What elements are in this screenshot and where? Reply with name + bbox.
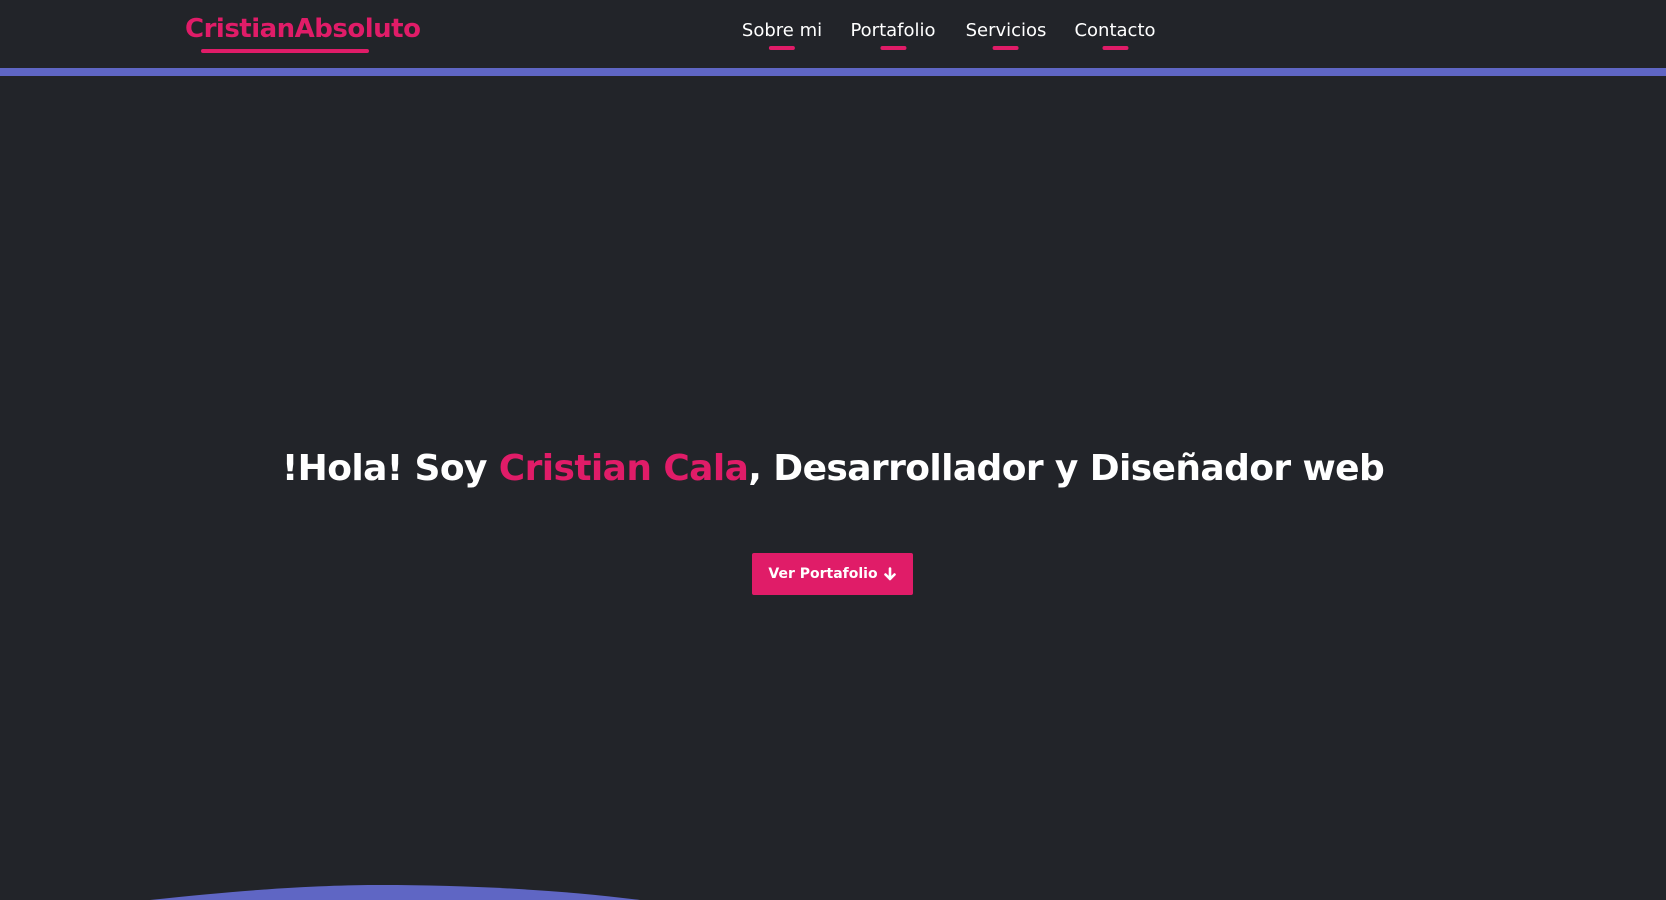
nav-link-contacto[interactable]: Contacto [1074, 20, 1156, 50]
hero-title-prefix: !Hola! Soy [281, 448, 499, 489]
hero-title: !Hola! Soy Cristian Cala, Desarrollador … [0, 448, 1666, 489]
nav-link-label: Servicios [965, 20, 1047, 41]
nav-link-underline [879, 46, 906, 50]
nav-links: Sobre mi Portafolio Servicios Contacto [0, 20, 1666, 60]
hero-title-name: Cristian Cala [498, 448, 749, 489]
decorative-wave [150, 885, 640, 900]
nav-link-servicios[interactable]: Servicios [965, 20, 1047, 50]
nav-link-underline [1101, 46, 1128, 50]
nav-link-portafolio[interactable]: Portafolio [850, 20, 936, 50]
nav-link-underline [993, 46, 1019, 50]
hero-title-suffix: , Desarrollador y Diseñador web [748, 448, 1385, 489]
nav-link-label: Contacto [1074, 20, 1156, 41]
view-portfolio-label: Ver Portafolio [768, 566, 878, 582]
nav-accent-bar [0, 68, 1666, 76]
arrow-down-icon [883, 567, 896, 581]
navbar: CristianAbsoluto Sobre mi Portafolio Ser… [0, 0, 1666, 68]
nav-link-underline [768, 46, 795, 50]
nav-link-label: Sobre mi [741, 20, 823, 41]
page: CristianAbsoluto Sobre mi Portafolio Ser… [0, 0, 1666, 900]
nav-link-label: Portafolio [850, 20, 936, 41]
nav-link-sobre-mi[interactable]: Sobre mi [741, 20, 823, 50]
view-portfolio-button[interactable]: Ver Portafolio [752, 553, 913, 595]
